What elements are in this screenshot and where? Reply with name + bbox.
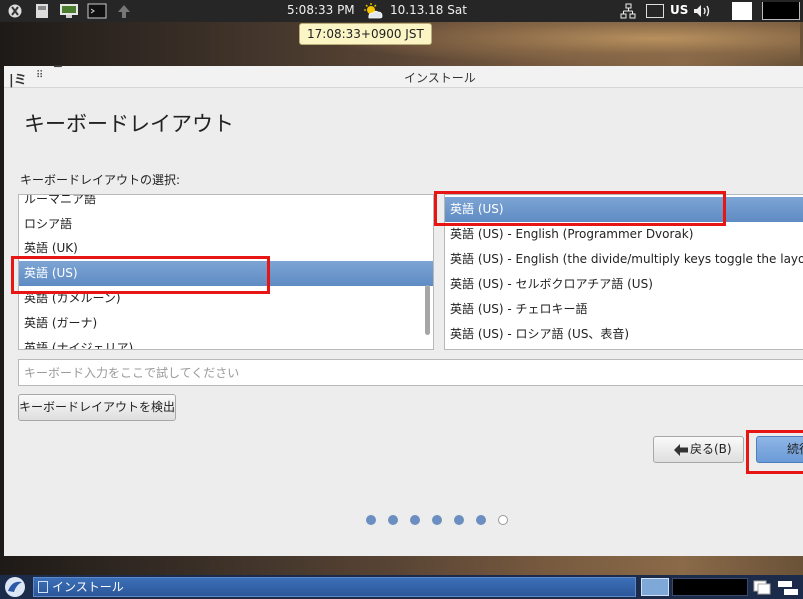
progress-dot [476, 515, 486, 525]
list-item[interactable]: 英語 (ガーナ) [19, 311, 433, 336]
annotation-highlight [11, 256, 270, 294]
network-icon[interactable] [620, 3, 636, 19]
clock-time[interactable]: 5:08:33 PM [287, 3, 355, 17]
keyboard-icon[interactable] [646, 4, 664, 18]
progress-dot [366, 515, 376, 525]
workspace-pager-active[interactable] [641, 578, 669, 596]
installer-logo-icon: |ミ [9, 73, 27, 88]
list-item[interactable]: ロシア語 [19, 212, 433, 237]
annotation-highlight [746, 430, 803, 474]
progress-dot [410, 515, 420, 525]
up-arrow-icon[interactable] [116, 3, 132, 19]
installer-window: |ミ ⠿ ▔ インストール キーボードレイアウト キーボードレイアウトの選択: … [4, 66, 803, 556]
show-desktop-icon[interactable] [752, 578, 772, 596]
taskbar-item-installer[interactable]: インストール [33, 577, 636, 597]
terminal-icon[interactable] [87, 3, 107, 19]
layout-select-label: キーボードレイアウトの選択: [20, 173, 181, 187]
back-button-label: 戻る(B) [690, 442, 732, 456]
list-scrollbar[interactable] [425, 285, 430, 335]
progress-dot [432, 515, 442, 525]
list-item[interactable]: 英語 (US) - チェロキー語 [445, 297, 803, 322]
volume-icon[interactable] [692, 3, 714, 19]
taskbar-item-label: インストール [52, 580, 124, 594]
window-menu-icon[interactable]: ⠿ [36, 70, 43, 81]
keyboard-layout-indicator[interactable]: US [670, 3, 688, 17]
back-button[interactable]: 戻る(B) [653, 436, 744, 463]
top-panel: 5:08:33 PM 10.13.18 Sat US [0, 0, 803, 22]
tray-applet-2[interactable] [762, 2, 800, 20]
list-item[interactable]: 英語 (US) - セルボクロアチア語 (US) [445, 272, 803, 297]
start-menu-icon[interactable] [2, 576, 28, 598]
annotation-highlight [434, 191, 726, 226]
detect-layout-button[interactable]: キーボードレイアウトを検出 [18, 394, 176, 421]
file-manager-icon[interactable] [34, 3, 50, 19]
weather-icon[interactable] [362, 2, 384, 20]
window-titlebar[interactable]: |ミ ⠿ ▔ インストール [4, 66, 803, 88]
minimize-icon[interactable]: ▔ [54, 67, 62, 78]
clock-tooltip: 17:08:33+0900 JST [299, 23, 432, 45]
list-item[interactable]: ルーマニア語 [19, 195, 433, 212]
progress-dot [388, 515, 398, 525]
tray-applet[interactable] [732, 2, 752, 20]
progress-dot [454, 515, 464, 525]
workspace-pager[interactable] [672, 578, 748, 596]
clock-date[interactable]: 10.13.18 Sat [390, 3, 467, 17]
back-arrow-icon [674, 444, 688, 456]
page-title: キーボードレイアウト [24, 112, 234, 136]
list-item[interactable]: 英語 (ナイジェリア) [19, 336, 433, 349]
monitor-icon[interactable] [59, 3, 79, 19]
window-list-icon[interactable] [776, 578, 800, 596]
window-icon [38, 581, 48, 593]
list-item[interactable]: 英語 (US) - ロシア語 (US、表音) [445, 322, 803, 347]
app-logo-icon[interactable] [8, 3, 22, 19]
keyboard-test-input[interactable] [18, 359, 803, 386]
window-title: インストール [404, 71, 476, 85]
list-item[interactable]: 英語 (US) - English (the divide/multiply k… [445, 247, 803, 272]
progress-dot-current [498, 515, 508, 525]
